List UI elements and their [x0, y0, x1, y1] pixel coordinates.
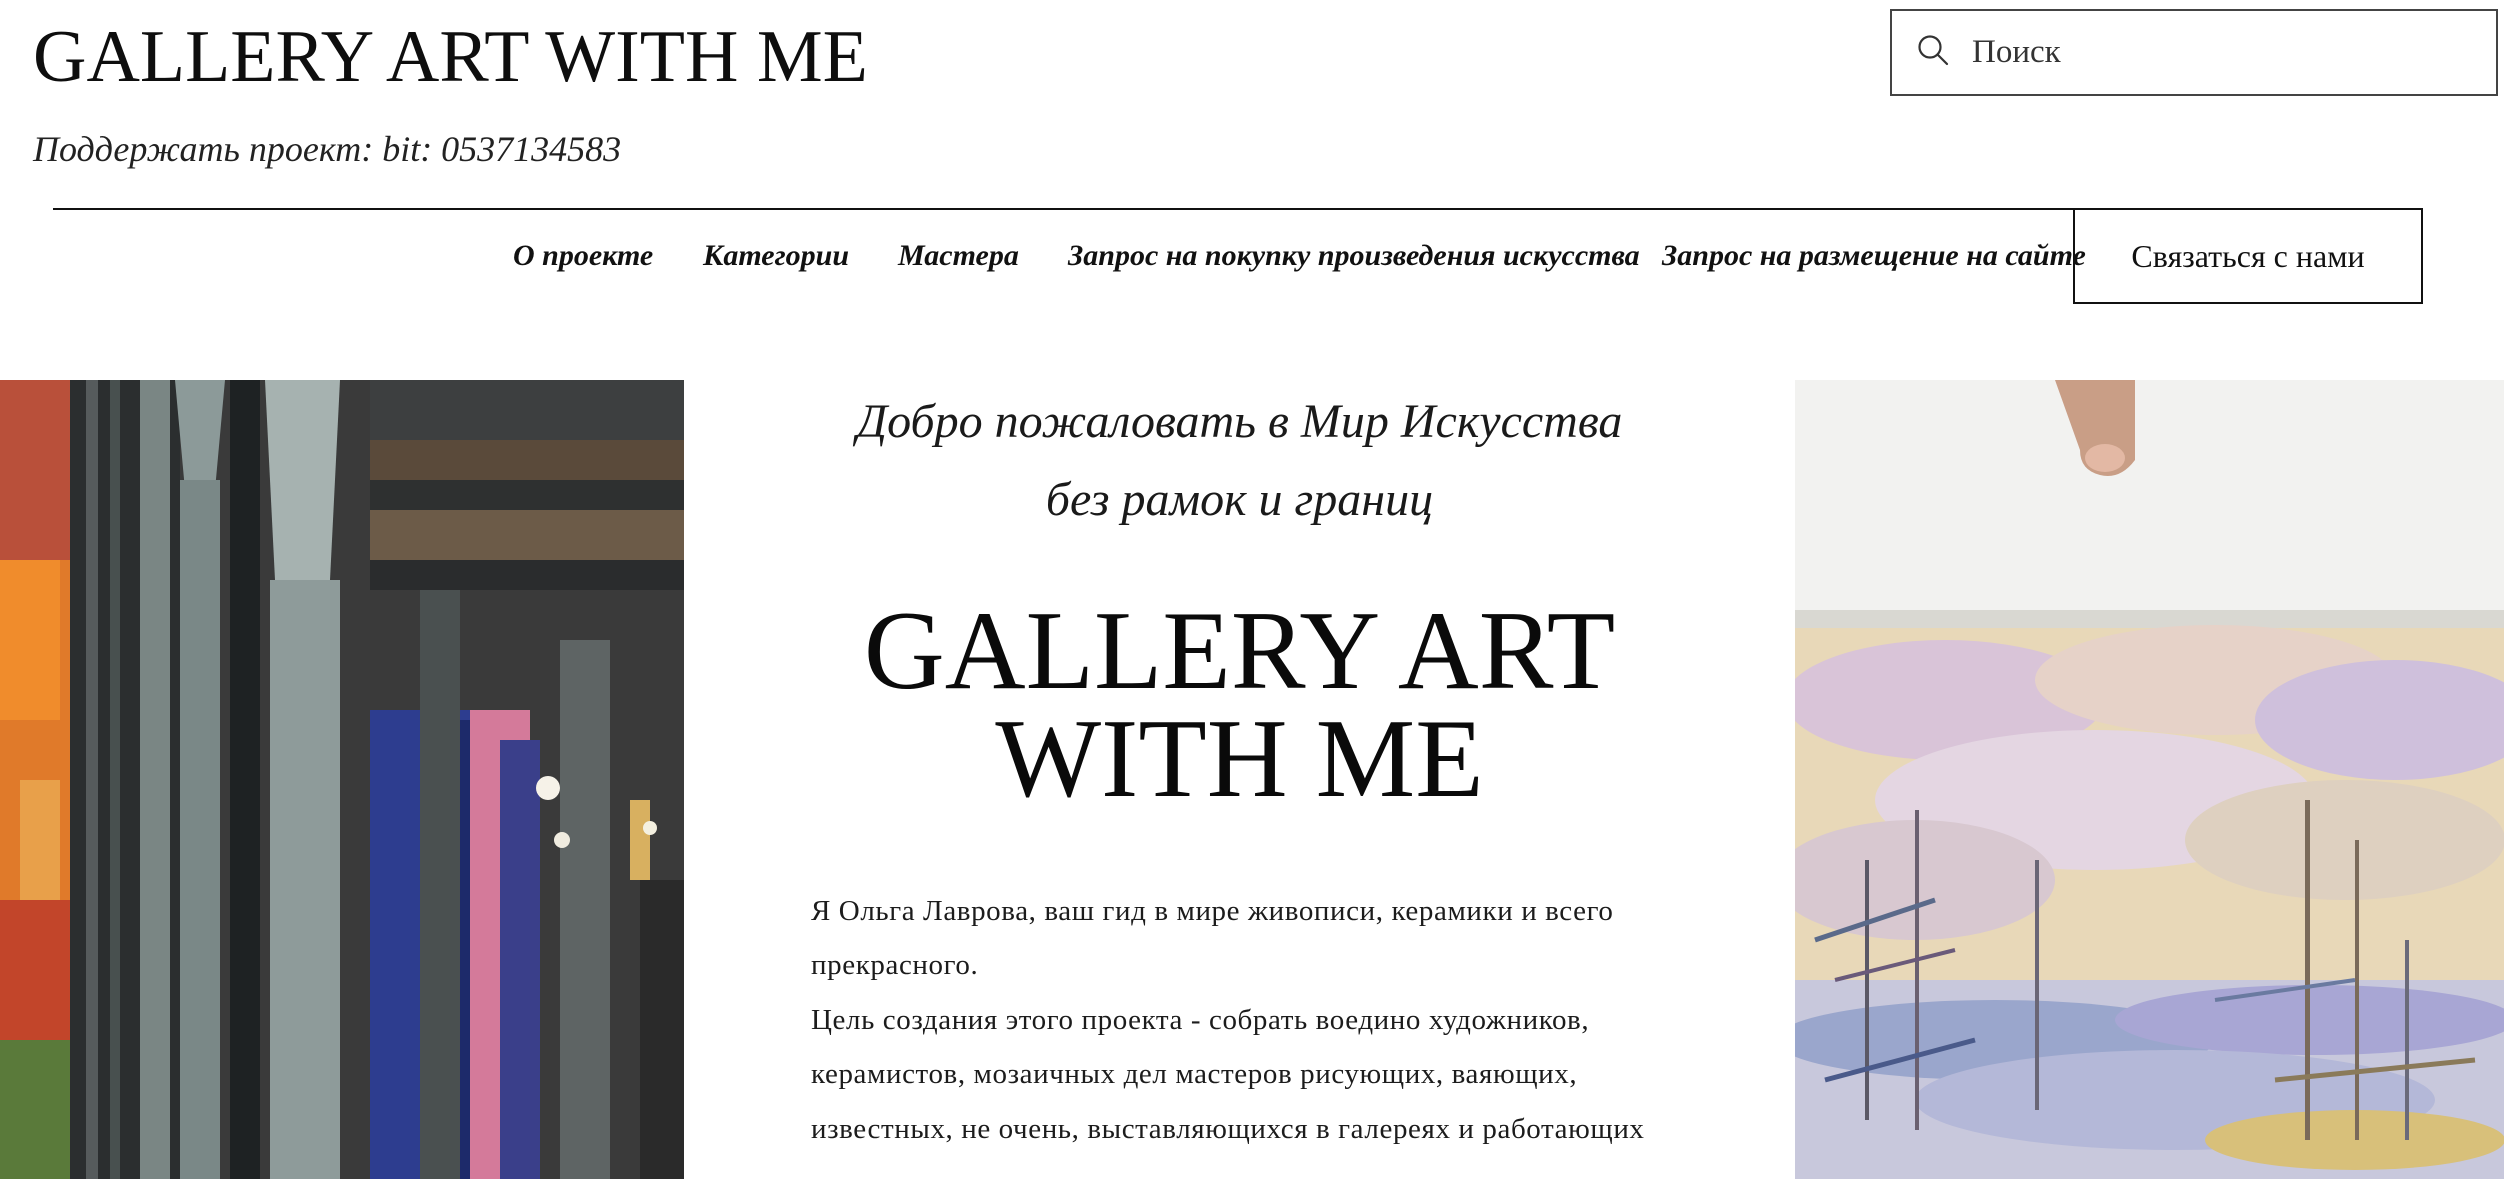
- header-divider: [53, 208, 2073, 210]
- hero-title-line-1: GALLERY ART: [863, 589, 1616, 713]
- nav-item-placement-request[interactable]: Запрос на размещение на сайте: [1662, 234, 2086, 278]
- intro-line-5: известных, не очень, выставляющихся в га…: [811, 1113, 1645, 1145]
- intro-line-3: Цель создания этого проекта - собрать во…: [811, 1004, 1590, 1036]
- hero-title-line-2: WITH ME: [995, 697, 1484, 821]
- intro-line-1: Я Ольга Лаврова, ваш гид в мире живописи…: [811, 895, 1614, 927]
- hero-image-right: [1795, 380, 2504, 1179]
- hero-image-left: [0, 380, 684, 1179]
- intro-line-2: прекрасного.: [811, 949, 979, 981]
- site-title[interactable]: GALLERY ART WITH ME: [33, 12, 868, 102]
- search-icon[interactable]: [1916, 33, 1950, 72]
- hero-section: Добро пожаловать в Мир Искусства без рам…: [0, 380, 2504, 1179]
- contact-button[interactable]: Связаться с нами: [2073, 208, 2423, 304]
- nav-item-purchase-request[interactable]: Запрос на покупку произведения искусства: [1068, 234, 1640, 278]
- nav-item-categories[interactable]: Категории: [703, 234, 849, 278]
- support-text: Поддержать проект: bit: 0537134583: [33, 129, 622, 169]
- hero-center-panel: Добро пожаловать в Мир Искусства без рам…: [684, 380, 1795, 1179]
- intro-line-4: керамистов, мозаичных дел мастеров рисую…: [811, 1058, 1578, 1090]
- nav-item-masters[interactable]: Мастера: [898, 234, 1019, 278]
- welcome-line-2: без рамок и границ: [1045, 473, 1434, 526]
- search-box[interactable]: [1890, 9, 2498, 96]
- nav-item-about[interactable]: О проекте: [513, 234, 653, 278]
- search-input[interactable]: [1972, 34, 2452, 71]
- welcome-line-1: Добро пожаловать в Мир Искусства: [856, 395, 1623, 448]
